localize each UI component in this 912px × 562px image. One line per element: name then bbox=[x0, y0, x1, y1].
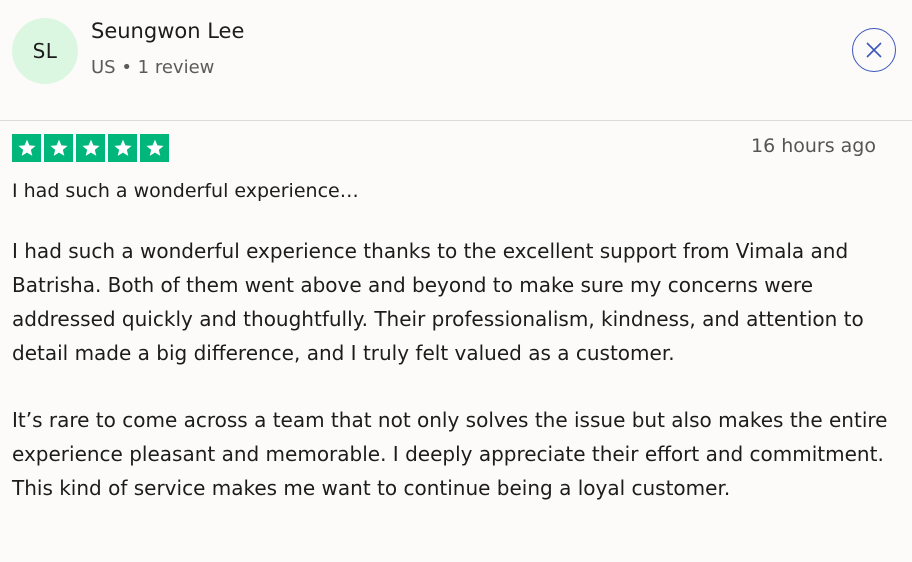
avatar: SL bbox=[12, 18, 78, 84]
avatar-initials: SL bbox=[32, 39, 58, 63]
review-header: SL Seungwon Lee US • 1 review bbox=[0, 0, 912, 120]
star-icon bbox=[76, 134, 105, 162]
star-icon bbox=[108, 134, 137, 162]
review-title: I had such a wonderful experience… bbox=[12, 180, 359, 202]
close-icon bbox=[866, 42, 882, 58]
star-icon bbox=[140, 134, 169, 162]
review-body: I had such a wonderful experience thanks… bbox=[12, 234, 892, 538]
star-rating bbox=[12, 134, 169, 162]
divider bbox=[0, 120, 912, 121]
star-icon bbox=[12, 134, 41, 162]
review-date: 16 hours ago bbox=[750, 135, 876, 157]
reviewer-name[interactable]: Seungwon Lee bbox=[91, 19, 244, 43]
star-icon bbox=[44, 134, 73, 162]
review-paragraph: It’s rare to come across a team that not… bbox=[12, 408, 888, 500]
close-button[interactable] bbox=[852, 28, 896, 72]
review-paragraph: I had such a wonderful experience thanks… bbox=[12, 239, 864, 365]
reviewer-meta: US • 1 review bbox=[91, 57, 215, 78]
